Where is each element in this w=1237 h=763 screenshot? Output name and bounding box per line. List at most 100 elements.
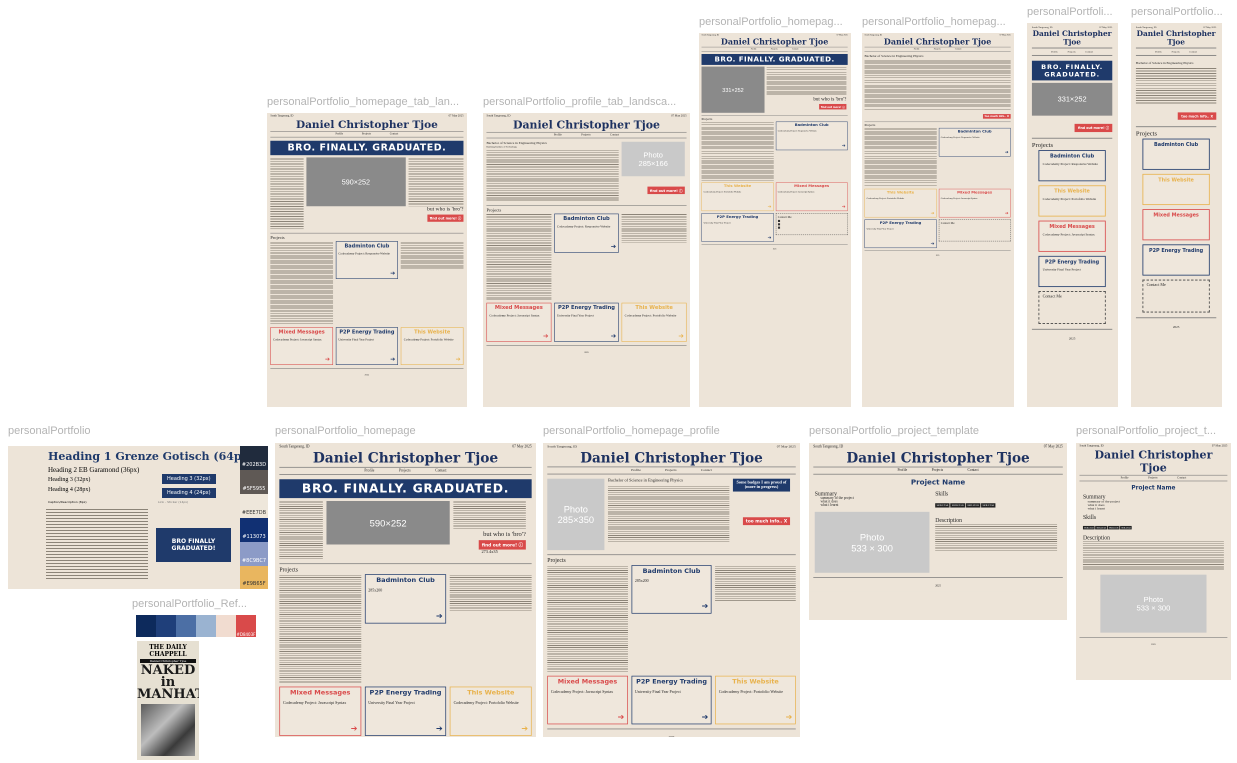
project-card[interactable]: Mixed Messages Codecademy Project: Javasc… [270,327,333,365]
nav-projects[interactable]: Projects [934,48,941,50]
project-card[interactable]: Badminton Club 285x200 ➔ [631,565,712,614]
nav-profile[interactable]: Profile [364,469,374,473]
frame-label[interactable]: personalPortfoli... [1027,6,1122,18]
masthead[interactable]: Daniel Christopher Tjoe [1031,29,1113,49]
find-out-more-button[interactable]: find out more! ⓘ [647,186,685,195]
nav-contact[interactable]: Contact [792,48,799,50]
project-card[interactable]: This Website Codecademy Project: Portofol… [621,302,687,342]
nav-projects[interactable]: Projects [581,134,590,137]
swatch[interactable]: #113073 [240,518,268,542]
project-card[interactable]: Mixed Messages Codecademy Project: Javasc… [279,686,362,736]
project-card[interactable]: Badminton Club Codecademy Project: Respon… [335,241,399,279]
project-card[interactable]: This Website Codecademy Project: Portofol… [1038,185,1106,217]
nav-projects[interactable]: Projects [932,469,944,473]
project-card[interactable]: P2P Energy Trading University Final Year … [701,213,774,242]
nav-contact[interactable]: Contact [701,469,712,473]
project-card[interactable]: This Website Codecademy Project: Portofol… [400,327,464,365]
mail-icon[interactable] [777,226,780,229]
swatch[interactable]: #EEE7DB [240,494,268,518]
project-card[interactable]: Badminton Club Codecademy Project: Respon… [775,121,848,151]
project-card[interactable]: Mixed Messages Codecademy Project: Javasc… [1038,220,1106,252]
project-card[interactable]: P2P Energy Trading [1142,244,1210,276]
swatch[interactable]: #5F5955 [240,470,268,494]
swatch[interactable]: #8C9BC7 [240,542,268,566]
nav-contact[interactable]: Contact [955,48,962,50]
project-card[interactable]: Mixed Messages Codecademy Project: Javasc… [775,182,848,212]
nav-contact[interactable]: Contact [968,469,979,473]
masthead[interactable]: Daniel Christopher Tjoe [1079,448,1228,476]
nav-projects[interactable]: Projects [1172,50,1180,53]
nav-projects[interactable]: Projects [665,469,677,473]
project-card[interactable]: Badminton Club 285x200 ➔ [364,574,447,624]
nav-contact[interactable]: Contact [1177,477,1186,480]
frame-mobile2[interactable]: South Tangerang, ID 07 May 2025 Daniel Ch… [1131,23,1222,407]
frame-project-template[interactable]: South Tangerang, ID 07 May 2025 Daniel Ch… [809,443,1067,620]
frame-label[interactable]: personalPortfolio_Ref... [132,598,262,610]
frame-label[interactable]: personalPortfolio_homepage_profile [543,425,763,437]
project-card[interactable]: This Website Codecademy Project: Portofol… [701,182,774,212]
frame-label[interactable]: personalPortfolio_profile_tab_landsca... [483,96,688,108]
project-card[interactable]: Mixed Messages Codecademy Project: Javasc… [938,188,1011,218]
masthead[interactable]: Daniel Christopher Tjoe [864,36,1011,48]
project-card[interactable]: P2P Energy Trading University Final Year … [1038,255,1106,288]
nav-projects[interactable]: Projects [771,48,778,50]
frame-label[interactable]: personalPortfolio... [1131,6,1231,18]
masthead[interactable]: Daniel Christopher Tjoe [547,449,796,468]
masthead[interactable]: Daniel Christopher Tjoe [1135,29,1217,49]
frame-mobile1[interactable]: South Tangerang, ID 07 May 2025 Daniel Ch… [1027,23,1118,407]
nav-projects[interactable]: Projects [362,133,371,136]
nav-profile[interactable]: Profile [897,469,907,473]
nav-profile[interactable]: Profile [631,469,641,473]
frame-profile-tab-landscape[interactable]: South Tangerang, ID 07 May 2025 Daniel Ch… [483,113,690,407]
project-card[interactable]: Mixed Messages Codecademy Project: Javasc… [547,675,628,725]
nav-profile[interactable]: Profile [914,48,920,50]
project-card[interactable]: This Website [1142,173,1210,206]
masthead[interactable]: Daniel Christopher Tjoe [279,449,532,468]
linkedin-icon[interactable] [777,219,780,222]
project-card[interactable]: Badminton Club [1142,138,1210,170]
nav-contact[interactable]: Contact [435,469,446,473]
frame-homepage-mid1[interactable]: South Tangerang, ID 07 May 2025 Daniel Ch… [699,33,851,407]
nav-contact[interactable]: Contact [1085,50,1093,53]
find-out-more-button[interactable]: find out more! ⓘ [478,540,526,550]
frame-label[interactable]: personalPortfolio_project_t... [1076,425,1231,437]
frame-homepage-mid2[interactable]: South Tangerang, ID 07 May 2025 Daniel Ch… [862,33,1014,407]
project-card[interactable]: P2P Energy Trading University Final Year … [864,219,937,249]
nav-profile[interactable]: Profile [751,48,757,50]
nav-profile[interactable]: Profile [1121,477,1129,480]
github-icon[interactable] [777,223,780,226]
masthead[interactable]: Daniel Christopher Tjoe [813,449,1063,468]
reference-palette[interactable]: #D8403F [136,615,256,637]
nav-projects[interactable]: Projects [399,469,411,473]
frame-homepage[interactable]: South Tangerang, ID 07 May 2025 Daniel Ch… [275,443,536,737]
project-card[interactable]: Mixed Messages [1142,209,1210,241]
frame-project-template-narrow[interactable]: South Tangerang, ID 07 May 2025 Daniel Ch… [1076,443,1231,680]
project-card[interactable]: P2P Energy Trading University Final Year … [631,675,712,725]
frame-label[interactable]: personalPortfolio_project_template [809,425,1029,437]
too-much-info-button[interactable]: too much info.. X [742,517,791,526]
swatch[interactable]: #202B3D [240,446,268,470]
find-out-more-button[interactable]: find out more! ⓘ [427,214,464,222]
project-card[interactable]: This Website Codecademy Project: Portofol… [715,675,796,725]
frame-tab-landscape[interactable]: South Tangerang, ID 07 May 2025 Daniel Ch… [267,113,467,407]
frame-label[interactable]: personalPortfolio_homepag... [699,16,854,28]
find-out-more-button[interactable]: find out more! ⓘ [1074,123,1113,133]
nav-projects[interactable]: Projects [1148,477,1157,480]
masthead[interactable]: Daniel Christopher Tjoe [270,117,464,132]
frame-label[interactable]: personalPortfolio [8,425,158,437]
masthead[interactable]: Daniel Christopher Tjoe [486,118,687,133]
nav-profile[interactable]: Profile [335,133,343,136]
frame-label[interactable]: personalPortfolio_homepage_tab_lan... [267,96,467,108]
reference-newspaper[interactable]: THE DAILY CHAPPELL Daniel Christopher Tj… [137,641,199,760]
project-card[interactable]: Mixed Messages Codecademy Project: Javasc… [486,302,552,342]
project-card[interactable]: P2P Energy Trading University Final Year … [335,327,399,365]
nav-projects[interactable]: Projects [1068,50,1076,53]
project-card[interactable]: P2P Energy Trading University Final Year … [554,302,619,342]
frame-label[interactable]: personalPortfolio_homepag... [862,16,1017,28]
nav-contact[interactable]: Contact [390,133,399,136]
frame-label[interactable]: personalPortfolio_homepage [275,425,475,437]
project-card[interactable]: Badminton Club Codecademy Project: Respon… [554,213,619,253]
project-card[interactable]: This Website Codecademy Project: Portofol… [449,686,532,736]
project-card[interactable]: Badminton Club Codecademy Project: Respon… [1038,150,1106,182]
project-card[interactable]: Badminton Club Codecademy Project: Respon… [938,127,1011,157]
